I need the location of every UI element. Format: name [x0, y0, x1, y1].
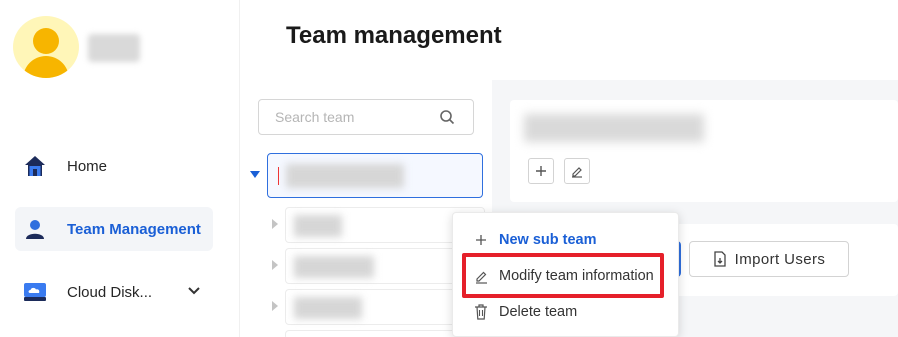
home-icon: [23, 154, 47, 178]
sidebar-item-home[interactable]: Home: [15, 144, 213, 188]
avatar-body: [23, 56, 69, 78]
menu-item-new-sub-team[interactable]: New sub team: [453, 223, 680, 257]
user-name-redacted: [88, 34, 140, 62]
tree-collapse-caret-icon[interactable]: [272, 301, 278, 311]
team-title-redacted: [524, 114, 704, 142]
avatar-head: [33, 28, 59, 54]
sidebar-item-cloud-disk[interactable]: Cloud Disk...: [15, 270, 213, 314]
team-name-redacted: [294, 256, 374, 278]
tree-node-selected[interactable]: [267, 153, 483, 198]
add-team-button[interactable]: [528, 158, 554, 184]
import-users-label: Import Users: [734, 250, 826, 268]
team-name-redacted: [294, 215, 342, 237]
search-input[interactable]: [259, 100, 429, 134]
team-user-icon: [23, 217, 47, 241]
team-info-card: [510, 100, 898, 202]
page-title: Team management: [286, 22, 502, 49]
sidebar-item-label: Cloud Disk...: [67, 283, 153, 301]
team-name-redacted: [286, 164, 404, 188]
search-icon[interactable]: [439, 109, 455, 125]
tree-collapse-caret-icon[interactable]: [272, 260, 278, 270]
team-name-redacted: [294, 297, 362, 319]
edit-icon: [473, 268, 489, 284]
trash-icon: [473, 304, 489, 320]
menu-item-label: New sub team: [499, 232, 597, 248]
plus-icon: [473, 232, 489, 248]
sidebar-item-label: Team Management: [67, 220, 201, 238]
sidebar-item-label: Home: [67, 157, 108, 175]
app-window: Home Team Management Cloud Disk... Team …: [0, 0, 898, 337]
cloud-disk-icon: [23, 280, 47, 304]
file-import-icon: [714, 251, 726, 267]
import-users-button[interactable]: Import Users: [689, 241, 849, 277]
team-search-box: [258, 99, 474, 135]
edit-team-button[interactable]: [564, 158, 590, 184]
menu-item-modify-team-information[interactable]: Modify team information: [453, 259, 680, 293]
menu-item-label: Delete team: [499, 304, 578, 320]
sidebar-item-team-management[interactable]: Team Management: [15, 207, 213, 251]
tree-collapse-caret-icon[interactable]: [272, 219, 278, 229]
tree-expand-caret-icon[interactable]: [250, 171, 260, 178]
edit-icon: [572, 167, 582, 178]
chevron-down-icon[interactable]: [187, 284, 200, 296]
team-context-menu: New sub team Modify team information Del…: [452, 212, 679, 337]
avatar[interactable]: [13, 16, 79, 78]
menu-item-label: Modify team information: [499, 268, 654, 284]
plus-icon: [536, 166, 546, 176]
sidebar: Home Team Management Cloud Disk...: [0, 0, 240, 337]
text-cursor: [278, 167, 279, 185]
menu-item-delete-team[interactable]: Delete team: [453, 295, 680, 329]
